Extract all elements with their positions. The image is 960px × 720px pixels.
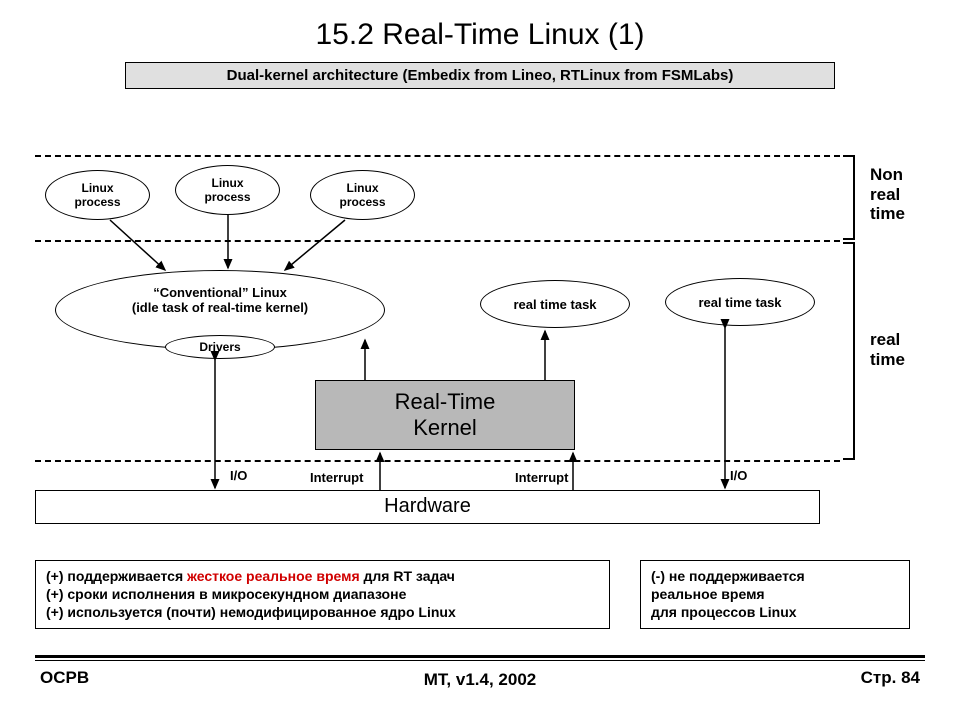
footer-rule-thick <box>35 655 925 658</box>
footer-right: Стр. 84 <box>861 668 920 688</box>
pros-line-1: (+) поддерживается жесткое реальное врем… <box>46 567 599 585</box>
slide-title: 15.2 Real-Time Linux (1) <box>0 0 960 52</box>
subtitle-box: Dual-kernel architecture (Embedix from L… <box>125 62 835 89</box>
cons-box: (-) не поддерживается реальное время для… <box>640 560 910 629</box>
footer-center: MT, v1.4, 2002 <box>0 670 960 690</box>
pros-line-3: (+) используется (почти) немодифицирован… <box>46 603 599 621</box>
cons-line-3: для процессов Linux <box>651 603 899 621</box>
footer-rule-thin <box>35 660 925 661</box>
pros-box: (+) поддерживается жесткое реальное врем… <box>35 560 610 629</box>
cons-line-2: реальное время <box>651 585 899 603</box>
arrows-layer <box>35 130 925 530</box>
pros-line-2: (+) сроки исполнения в микросекундном ди… <box>46 585 599 603</box>
cons-line-1: (-) не поддерживается <box>651 567 899 585</box>
architecture-diagram: Linux process Linux process Linux proces… <box>35 130 925 530</box>
